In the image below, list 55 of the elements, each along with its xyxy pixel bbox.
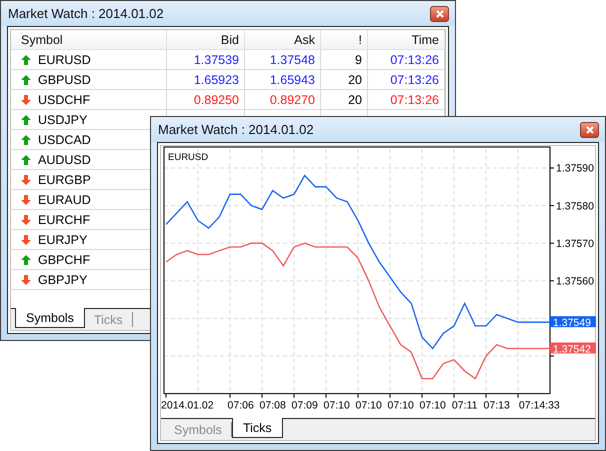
- column-header[interactable]: !: [321, 30, 368, 50]
- column-header[interactable]: Bid: [167, 30, 245, 50]
- table-cell: 9: [321, 50, 368, 70]
- symbol-name: AUDUSD: [38, 152, 91, 166]
- table-cell: 20: [321, 90, 368, 110]
- symbol-name: GBPUSD: [38, 72, 91, 86]
- symbol-name: EURJPY: [38, 232, 88, 246]
- table-cell: 07:13:26: [368, 70, 445, 90]
- table-cell: 1.65943: [245, 70, 321, 90]
- price-label: 1.37549: [550, 316, 596, 330]
- axis-label: 07:06: [228, 400, 254, 412]
- column-header[interactable]: Time: [368, 30, 445, 50]
- close-button[interactable]: [580, 122, 599, 138]
- axis-label: 1.37560: [556, 276, 594, 288]
- axis-label: 2014.01.02: [161, 400, 214, 412]
- close-icon: [586, 126, 594, 134]
- symbol-name: EURGBP: [38, 172, 91, 186]
- symbol-name: USDCHF: [38, 92, 90, 106]
- tab[interactable]: Symbols: [15, 308, 85, 328]
- axis-label: 07:13: [484, 400, 510, 412]
- axis-label: 1.37570: [556, 238, 594, 250]
- symbol-name: USDCAD: [38, 132, 91, 146]
- close-icon: [436, 10, 444, 18]
- axis-label: 1.37590: [556, 162, 594, 175]
- window-title: Market Watch : 2014.01.02: [8, 6, 164, 21]
- column-header[interactable]: Symbol: [11, 30, 167, 50]
- axis-label: 07:11: [452, 400, 478, 412]
- symbol-name: EURUSD: [38, 52, 91, 66]
- price-label: 1.37542: [550, 342, 596, 356]
- tab[interactable]: Ticks: [232, 418, 283, 438]
- symbol-name: GBPJPY: [38, 272, 88, 286]
- axis-label: 07:10: [324, 400, 350, 412]
- table-cell: 20: [321, 70, 368, 90]
- table-cell: 1.37548: [245, 50, 321, 70]
- axis-label: 07:10: [388, 400, 414, 412]
- axis-label: 07:14:33: [518, 400, 560, 412]
- window-title: Market Watch : 2014.01.02: [158, 122, 314, 137]
- column-header[interactable]: Ask: [245, 30, 321, 50]
- close-button[interactable]: [430, 6, 449, 22]
- table-cell: 07:13:26: [368, 50, 445, 70]
- axis-label: 07:08: [260, 400, 286, 412]
- axis-label: 1.37580: [556, 200, 594, 212]
- axis-label: 07:10: [420, 400, 446, 412]
- symbol-name: GBPCHF: [38, 252, 90, 266]
- table-cell: 0.89250: [167, 90, 245, 110]
- chart-title: EURUSD: [168, 152, 208, 163]
- table-cell: 0.89270: [245, 90, 321, 110]
- symbol-name: EURAUD: [38, 192, 91, 206]
- table-cell: 1.37539: [167, 50, 245, 70]
- symbol-name: USDJPY: [38, 112, 88, 126]
- table-cell: 1.65923: [167, 70, 245, 90]
- axis-label: 07:10: [356, 400, 382, 412]
- symbol-name: EURCHF: [38, 212, 90, 226]
- table-cell: 07:13:26: [368, 90, 445, 110]
- axis-label: 07:09: [292, 400, 318, 412]
